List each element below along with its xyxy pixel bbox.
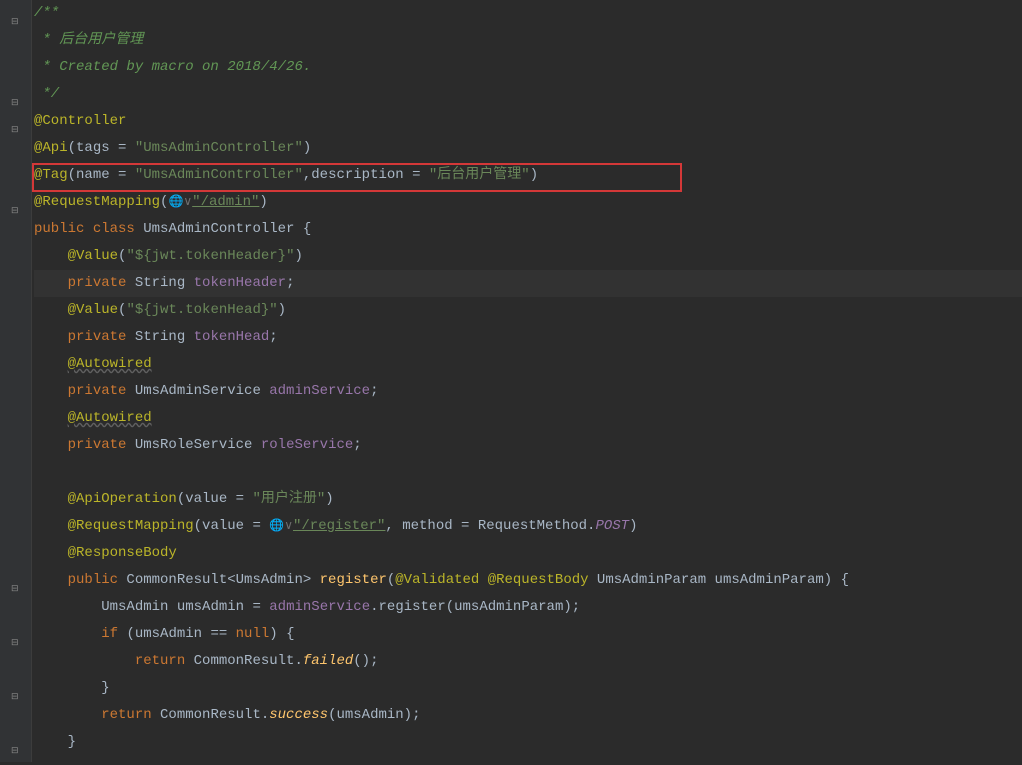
type: String xyxy=(135,275,194,291)
string-literal: "用户注册" xyxy=(252,491,325,507)
code-text: ) { xyxy=(824,572,849,588)
field: adminService xyxy=(269,599,370,615)
code-editor[interactable]: ⊟ ⊟ ⊟ ⊟ ⊟ ⊟ ⊟ ⊟ /** * 后台用户管理 * Created b… xyxy=(0,0,1022,762)
code-text: (name = xyxy=(68,167,135,183)
code-text: ) xyxy=(278,302,286,318)
fold-icon[interactable]: ⊟ xyxy=(9,576,19,586)
code-text: (tags = xyxy=(68,140,135,156)
brace: } xyxy=(68,734,76,750)
fold-icon[interactable]: ⊟ xyxy=(9,684,19,694)
annotation-api: @Api xyxy=(34,140,68,156)
keyword: public xyxy=(68,572,127,588)
globe-icon[interactable]: 🌐∨ xyxy=(168,195,192,209)
code-text: (umsAdmin) xyxy=(328,707,412,723)
code-text: (value = xyxy=(177,491,253,507)
keyword: class xyxy=(93,221,143,237)
code-text: (); xyxy=(353,653,378,669)
keyword: private xyxy=(68,383,135,399)
type: CommonResult. xyxy=(160,707,269,723)
code-text: (value = xyxy=(194,518,270,534)
type: CommonResult. xyxy=(194,653,303,669)
annotation-autowired: @Autowired xyxy=(68,410,152,426)
string-literal: "${jwt.tokenHeader}" xyxy=(126,248,294,264)
method-call: failed xyxy=(303,653,353,669)
string-literal: "UmsAdminController" xyxy=(135,140,303,156)
semicolon: ; xyxy=(370,383,378,399)
semicolon: ; xyxy=(353,437,361,453)
keyword: if xyxy=(101,626,126,642)
brace: } xyxy=(101,680,109,696)
code-area[interactable]: /** * 后台用户管理 * Created by macro on 2018/… xyxy=(32,0,1022,762)
code-text: .register(umsAdminParam) xyxy=(370,599,572,615)
code-text: ) xyxy=(325,491,333,507)
field: tokenHeader xyxy=(194,275,286,291)
field: adminService xyxy=(269,383,370,399)
annotation-value: @Value xyxy=(68,248,118,264)
code-text: ) xyxy=(629,518,637,534)
annotation-responsebody: @ResponseBody xyxy=(68,545,177,561)
code-text: , method = RequestMethod. xyxy=(385,518,595,534)
type: UmsAdminParam xyxy=(597,572,715,588)
semicolon: ; xyxy=(412,707,420,723)
fold-icon[interactable]: ⊟ xyxy=(9,198,19,208)
brace: { xyxy=(303,221,311,237)
code-text: ) xyxy=(294,248,302,264)
variable: umsAdmin xyxy=(177,599,253,615)
fold-icon[interactable]: ⊟ xyxy=(9,90,19,100)
method-call: success xyxy=(269,707,328,723)
code-text: ) { xyxy=(269,626,294,642)
field: tokenHead xyxy=(194,329,270,345)
globe-icon[interactable]: 🌐∨ xyxy=(269,519,293,533)
annotation-validated: @Validated xyxy=(395,572,487,588)
code-text: ,description = xyxy=(303,167,429,183)
method-name: register xyxy=(320,572,387,588)
string-literal: "后台用户管理" xyxy=(429,167,530,183)
annotation-controller: @Controller xyxy=(34,113,126,129)
fold-icon[interactable]: ⊟ xyxy=(9,117,19,127)
annotation-requestmapping: @RequestMapping xyxy=(34,194,160,210)
code-text: ) xyxy=(259,194,267,210)
annotation-apioperation: @ApiOperation xyxy=(68,491,177,507)
type: UmsAdminService xyxy=(135,383,269,399)
fold-icon[interactable]: ⊟ xyxy=(9,9,19,19)
keyword: null xyxy=(236,626,270,642)
annotation-requestbody: @RequestBody xyxy=(488,572,597,588)
keyword: public xyxy=(34,221,93,237)
doc-comment: */ xyxy=(34,86,59,102)
fold-icon[interactable]: ⊟ xyxy=(9,630,19,640)
keyword: private xyxy=(68,275,135,291)
keyword: private xyxy=(68,329,135,345)
semicolon: ; xyxy=(286,275,294,291)
code-text: ) xyxy=(530,167,538,183)
fold-icon[interactable]: ⊟ xyxy=(9,738,19,748)
annotation-requestmapping: @RequestMapping xyxy=(68,518,194,534)
url-string[interactable]: "/register" xyxy=(293,518,385,534)
code-text: = xyxy=(252,599,269,615)
field: roleService xyxy=(261,437,353,453)
keyword: return xyxy=(135,653,194,669)
class-name: UmsAdminController xyxy=(143,221,303,237)
keyword: return xyxy=(101,707,160,723)
annotation-value: @Value xyxy=(68,302,118,318)
doc-comment: /** xyxy=(34,5,59,21)
annotation-tag: @Tag xyxy=(34,167,68,183)
enum-value: POST xyxy=(595,518,629,534)
type: UmsRoleService xyxy=(135,437,261,453)
semicolon: ; xyxy=(269,329,277,345)
type: CommonResult<UmsAdmin> xyxy=(126,572,319,588)
code-text: ) xyxy=(303,140,311,156)
type: String xyxy=(135,329,194,345)
keyword: private xyxy=(68,437,135,453)
code-text: (umsAdmin == xyxy=(126,626,235,642)
string-literal: "UmsAdminController" xyxy=(135,167,303,183)
param: umsAdminParam xyxy=(715,572,824,588)
string-literal: "${jwt.tokenHead}" xyxy=(126,302,277,318)
annotation-autowired: @Autowired xyxy=(68,356,152,372)
type: UmsAdmin xyxy=(101,599,177,615)
gutter: ⊟ ⊟ ⊟ ⊟ ⊟ ⊟ ⊟ ⊟ xyxy=(0,0,32,762)
doc-comment: * 后台用户管理 xyxy=(34,32,143,48)
url-string[interactable]: "/admin" xyxy=(192,194,259,210)
semicolon: ; xyxy=(572,599,580,615)
doc-comment: * Created by macro on 2018/4/26. xyxy=(34,59,311,75)
